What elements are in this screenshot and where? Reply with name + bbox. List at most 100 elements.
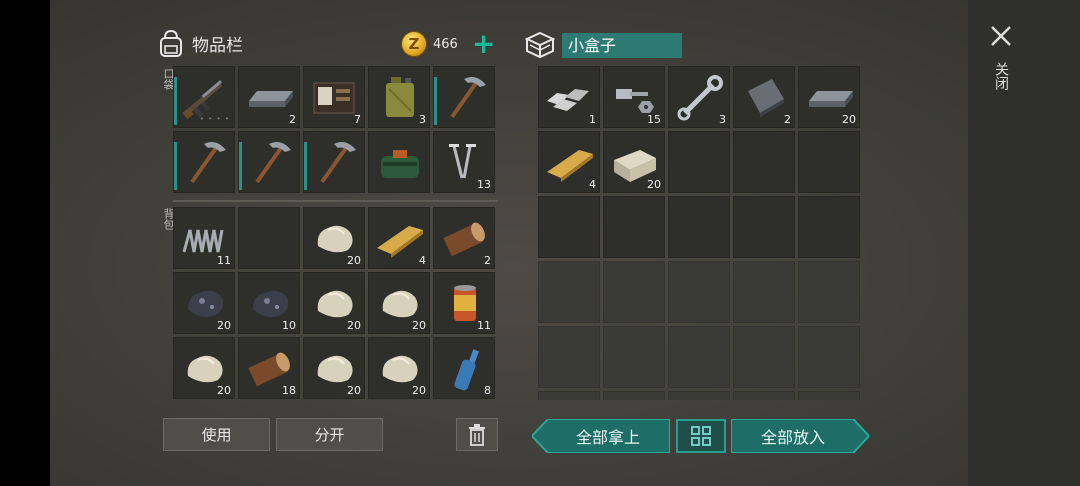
- take-all-button[interactable]: 全部拿上: [548, 419, 668, 453]
- inventory-slot[interactable]: 11: [173, 207, 235, 269]
- close-label[interactable]: 关闭: [991, 62, 1011, 90]
- trash-icon: [469, 423, 485, 446]
- inventory-slot[interactable]: [173, 131, 235, 193]
- empty-slot[interactable]: [538, 261, 600, 323]
- durability-bar: [174, 77, 177, 125]
- right-edge-panel: [968, 0, 1080, 486]
- section-divider: [173, 200, 498, 202]
- item-quantity: 20: [647, 178, 661, 191]
- item-quantity: 10: [282, 319, 296, 332]
- item-quantity: 3: [719, 113, 726, 126]
- empty-slot[interactable]: [798, 391, 860, 400]
- item-quantity: 7: [354, 113, 361, 126]
- inventory-slot[interactable]: 13: [433, 131, 495, 193]
- item-quantity: 2: [484, 254, 491, 267]
- split-button[interactable]: 分开: [276, 418, 383, 451]
- inventory-slot[interactable]: 20: [303, 337, 365, 399]
- empty-slot[interactable]: [603, 391, 665, 400]
- inventory-slot[interactable]: 3: [668, 66, 730, 128]
- item-quantity: 20: [217, 384, 231, 397]
- pocket-grid: • • • • 2 7 3 13: [173, 66, 495, 193]
- empty-slot[interactable]: [733, 131, 795, 193]
- item-quantity: 4: [419, 254, 426, 267]
- inventory-slot[interactable]: 11: [433, 272, 495, 334]
- item-quantity: 2: [289, 113, 296, 126]
- empty-slot[interactable]: [668, 326, 730, 388]
- inventory-slot[interactable]: 15: [603, 66, 665, 128]
- item-quantity: 8: [484, 384, 491, 397]
- inventory-slot[interactable]: [368, 131, 430, 193]
- put-all-button[interactable]: 全部放入: [731, 419, 855, 453]
- inventory-slot[interactable]: 20: [603, 131, 665, 193]
- empty-slot[interactable]: [668, 261, 730, 323]
- durability-bar: [174, 142, 177, 190]
- empty-slot[interactable]: [538, 196, 600, 258]
- item-quantity: 1: [589, 113, 596, 126]
- pickaxe-icon: [320, 142, 356, 184]
- inventory-slot[interactable]: 20: [173, 272, 235, 334]
- container-grid: 1 15 3 2 20 4 20: [538, 66, 860, 400]
- empty-slot[interactable]: [668, 131, 730, 193]
- close-icon[interactable]: [989, 24, 1013, 48]
- inventory-slot[interactable]: 20: [303, 207, 365, 269]
- inventory-slot[interactable]: 8: [433, 337, 495, 399]
- item-quantity: 11: [477, 319, 491, 332]
- grid-icon: [691, 426, 711, 446]
- inventory-slot[interactable]: 2: [433, 207, 495, 269]
- item-quantity: 13: [477, 178, 491, 191]
- inventory-slot[interactable]: [303, 131, 365, 193]
- inventory-slot[interactable]: 20: [368, 337, 430, 399]
- use-button[interactable]: 使用: [163, 418, 270, 451]
- inventory-slot[interactable]: 3: [368, 66, 430, 128]
- item-quantity: 4: [589, 178, 596, 191]
- inventory-slot[interactable]: 2: [733, 66, 795, 128]
- durability-bar: [434, 77, 437, 125]
- empty-slot[interactable]: [733, 326, 795, 388]
- trash-button[interactable]: [456, 418, 498, 451]
- item-quantity: 20: [412, 319, 426, 332]
- coin-count: 466: [433, 36, 458, 52]
- inventory-slot[interactable]: [433, 66, 495, 128]
- item-quantity: 11: [217, 254, 231, 267]
- inventory-slot[interactable]: 4: [368, 207, 430, 269]
- item-quantity: 20: [842, 113, 856, 126]
- item-quantity: 3: [419, 113, 426, 126]
- empty-slot[interactable]: [538, 391, 600, 400]
- coin-icon: Z: [401, 31, 427, 57]
- container-header: 小盒子: [524, 30, 682, 60]
- empty-slot[interactable]: [733, 196, 795, 258]
- inventory-slot[interactable]: 2: [238, 66, 300, 128]
- empty-slot[interactable]: [238, 207, 300, 269]
- item-quantity: 20: [347, 254, 361, 267]
- empty-slot[interactable]: [668, 196, 730, 258]
- inventory-slot[interactable]: 20: [173, 337, 235, 399]
- pickaxe-icon: [450, 77, 486, 119]
- inventory-slot[interactable]: 1: [538, 66, 600, 128]
- empty-slot[interactable]: [668, 391, 730, 400]
- empty-slot[interactable]: [538, 326, 600, 388]
- empty-slot[interactable]: [798, 131, 860, 193]
- inventory-slot[interactable]: 20: [368, 272, 430, 334]
- empty-slot[interactable]: [798, 261, 860, 323]
- empty-slot[interactable]: [798, 196, 860, 258]
- inventory-slot[interactable]: 20: [798, 66, 860, 128]
- inventory-slot[interactable]: [238, 131, 300, 193]
- empty-slot[interactable]: [733, 261, 795, 323]
- inventory-slot[interactable]: 18: [238, 337, 300, 399]
- inventory-slot[interactable]: • • • •: [173, 66, 235, 128]
- empty-slot[interactable]: [603, 326, 665, 388]
- container-name[interactable]: 小盒子: [562, 32, 682, 58]
- attachment-dots: • • • •: [199, 115, 230, 123]
- sort-grid-button[interactable]: [676, 419, 726, 453]
- empty-slot[interactable]: [603, 196, 665, 258]
- backpack-grid: 11 20 4 2 20 10 20 20 11 20 18 20 20 8: [173, 207, 495, 399]
- inventory-slot[interactable]: 7: [303, 66, 365, 128]
- pickaxe-icon: [190, 142, 226, 184]
- empty-slot[interactable]: [798, 326, 860, 388]
- add-coins-button[interactable]: +: [472, 30, 495, 58]
- inventory-slot[interactable]: 20: [303, 272, 365, 334]
- empty-slot[interactable]: [603, 261, 665, 323]
- inventory-slot[interactable]: 4: [538, 131, 600, 193]
- empty-slot[interactable]: [733, 391, 795, 400]
- inventory-slot[interactable]: 10: [238, 272, 300, 334]
